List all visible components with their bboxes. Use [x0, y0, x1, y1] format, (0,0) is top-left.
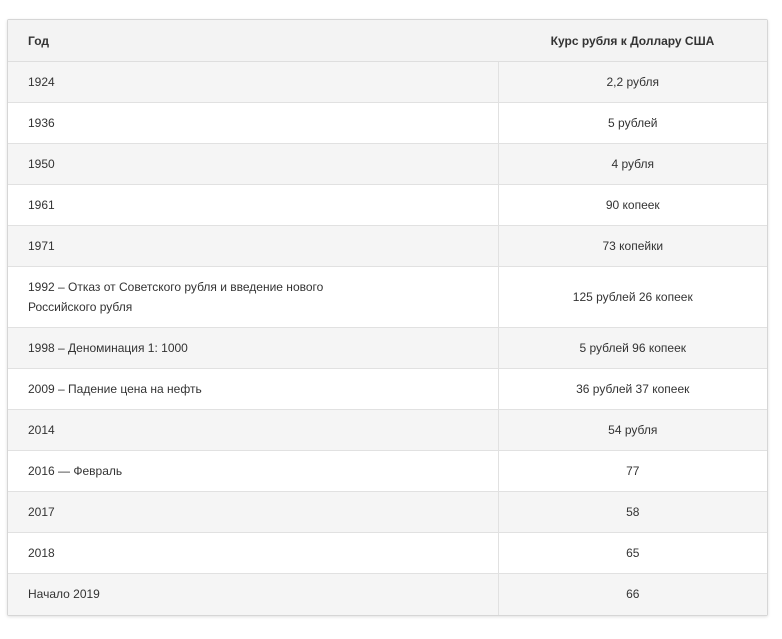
year-cell: 2017	[8, 491, 498, 533]
table-row: 2017 58	[8, 491, 767, 533]
year-cell: 1998 – Деноминация 1: 1000	[8, 327, 498, 369]
table-row: 1924 2,2 рубля	[8, 61, 767, 103]
table-row: 2009 – Падение цена на нефть 36 рублей 3…	[8, 368, 767, 410]
year-cell: 2018	[8, 532, 498, 574]
table-row: 1936 5 рублей	[8, 102, 767, 144]
table-row: 1998 – Деноминация 1: 1000 5 рублей 96 к…	[8, 327, 767, 369]
year-column-header: Год	[8, 20, 498, 62]
rate-cell: 65	[497, 532, 767, 574]
rate-cell: 4 рубля	[497, 143, 767, 185]
rate-cell: 5 рублей	[497, 102, 767, 144]
year-cell: 2009 – Падение цена на нефть	[8, 368, 498, 410]
rate-cell: 5 рублей 96 копеек	[497, 327, 767, 369]
rate-cell: 90 копеек	[497, 184, 767, 226]
rate-cell: 2,2 рубля	[497, 61, 767, 103]
rate-cell: 77	[497, 450, 767, 492]
table-row: 2018 65	[8, 532, 767, 574]
year-cell: 1992 – Отказ от Советского рубля и введе…	[8, 266, 498, 328]
table-body: 1924 2,2 рубля 1936 5 рублей 1950 4 рубл…	[8, 61, 767, 615]
table-row: 1961 90 копеек	[8, 184, 767, 226]
rate-cell: 58	[497, 491, 767, 533]
table-header: Год Курс рубля к Доллару США	[8, 20, 767, 62]
year-cell: 2016 — Февраль	[8, 450, 498, 492]
exchange-rate-table-container: Год Курс рубля к Доллару США 1924 2,2 ру…	[7, 19, 768, 616]
rate-cell: 125 рублей 26 копеек	[497, 266, 767, 328]
rate-column-header: Курс рубля к Доллару США	[498, 20, 767, 62]
table-row: Начало 2019 66	[8, 573, 767, 615]
year-cell: 1924	[8, 61, 498, 103]
table-row: 1992 – Отказ от Советского рубля и введе…	[8, 266, 767, 328]
table-header-row: Год Курс рубля к Доллару США	[8, 20, 767, 62]
table-row: 1971 73 копейки	[8, 225, 767, 267]
year-cell: 2014	[8, 409, 498, 451]
exchange-rate-table: Год Курс рубля к Доллару США 1924 2,2 ру…	[8, 20, 767, 615]
table-row: 2014 54 рубля	[8, 409, 767, 451]
year-cell: 1950	[8, 143, 498, 185]
rate-cell: 73 копейки	[497, 225, 767, 267]
year-cell: Начало 2019	[8, 573, 498, 615]
rate-cell: 54 рубля	[497, 409, 767, 451]
rate-cell: 66	[497, 573, 767, 615]
year-cell: 1961	[8, 184, 498, 226]
rate-cell: 36 рублей 37 копеек	[497, 368, 767, 410]
year-cell: 1936	[8, 102, 498, 144]
table-row: 1950 4 рубля	[8, 143, 767, 185]
table-row: 2016 — Февраль 77	[8, 450, 767, 492]
year-cell: 1971	[8, 225, 498, 267]
